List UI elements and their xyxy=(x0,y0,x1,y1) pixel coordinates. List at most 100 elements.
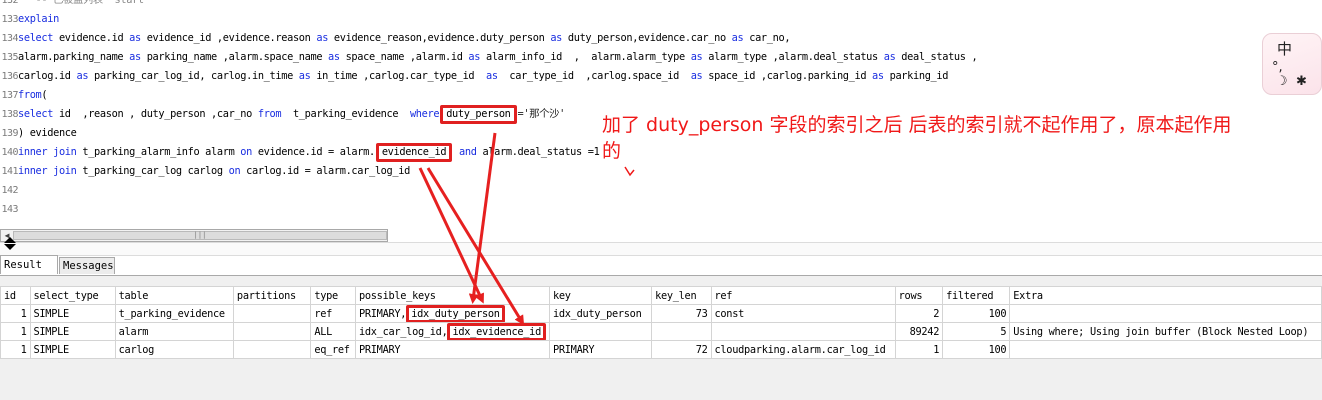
code-token: carlog.id = alarm.car_log_id xyxy=(240,165,410,177)
code-token: as xyxy=(298,70,311,82)
table-cell[interactable]: ALL xyxy=(310,322,356,341)
table-cell[interactable] xyxy=(232,304,312,323)
annotation-line-2: 的 xyxy=(602,140,622,162)
tab-result-1[interactable]: Result 1 xyxy=(0,255,58,290)
table-cell[interactable]: 73 xyxy=(651,304,712,323)
ime-punct-icon[interactable]: °, xyxy=(1272,60,1283,75)
table-cell[interactable]: const xyxy=(710,304,896,323)
table-cell[interactable]: eq_ref xyxy=(310,340,356,359)
column-header[interactable]: rows xyxy=(894,286,944,305)
column-header[interactable]: key_len xyxy=(651,286,712,305)
table-cell[interactable]: PRIMARY, idx_duty_person xyxy=(354,304,550,323)
table-cell[interactable]: 2 xyxy=(894,304,944,323)
code-line[interactable]: 142 xyxy=(0,180,1240,199)
table-cell[interactable]: 1 xyxy=(0,304,31,323)
code-line[interactable]: 134select evidence.id as evidence_id ,ev… xyxy=(0,28,1240,47)
results-panel: id select_type table partitions type possible… xyxy=(0,276,1322,400)
code-line[interactable]: 133explain xyxy=(0,9,1240,28)
table-cell[interactable] xyxy=(548,322,653,341)
code-text: carlog.id as parking_car_log_id, carlog.… xyxy=(18,70,948,82)
table-cell[interactable]: Using where; Using join buffer (Block Ne… xyxy=(1009,322,1322,341)
annotation-line-1: 加了 duty_person 字段的索引之后 后表的索引就不起作用了，原本起作用 xyxy=(602,114,1232,136)
tab-messages[interactable]: Messages xyxy=(59,257,115,274)
code-token: alarm_type ,alarm.deal_status xyxy=(702,51,884,63)
ime-chinese-mode[interactable]: 中 xyxy=(1277,38,1292,59)
table-cell[interactable]: idx_duty_person xyxy=(548,304,653,323)
collapse-up-icon[interactable] xyxy=(4,237,16,243)
cell-text: PRIMARY, xyxy=(358,307,407,320)
table-row[interactable]: 1 SIMPLE alarm ALL idx_car_log_id, idx_eviden… xyxy=(0,322,1322,341)
code-token: evidence_id ,evidence.reason xyxy=(140,32,317,44)
column-header[interactable]: ref xyxy=(710,286,896,305)
annotation-note: 加了 duty_person 字段的索引之后 后表的索引就不起作用了，原本起作用… xyxy=(602,112,1302,164)
code-line[interactable]: 135alarm.parking_name as parking_name ,a… xyxy=(0,47,1240,66)
code-token: as xyxy=(129,32,141,44)
column-header[interactable]: id xyxy=(0,286,31,305)
line-number: 133 xyxy=(1,14,18,25)
code-line[interactable]: 132 -- 已被监列表 start xyxy=(0,0,1240,9)
table-cell[interactable]: PRIMARY xyxy=(354,340,550,359)
table-cell[interactable]: 100 xyxy=(942,304,1011,323)
table-cell[interactable]: t_parking_evidence xyxy=(114,304,234,323)
table-row[interactable]: 1 SIMPLE t_parking_evidence ref PRIMARY, idx_… xyxy=(0,304,1322,323)
code-token: select xyxy=(18,108,54,120)
code-token: as xyxy=(872,70,884,82)
table-cell[interactable]: 89242 xyxy=(894,322,944,341)
code-token: parking_car_log_id, carlog.in_time xyxy=(88,70,299,82)
column-header[interactable]: filtered xyxy=(942,286,1011,305)
editor-horizontal-scrollbar[interactable]: ◀ ||| xyxy=(0,229,388,242)
column-header[interactable]: select_type xyxy=(29,286,116,305)
column-header[interactable]: partitions xyxy=(232,286,312,305)
code-token: car_no, xyxy=(743,32,791,44)
table-cell[interactable] xyxy=(1009,340,1322,359)
table-cell[interactable] xyxy=(651,322,712,341)
table-cell[interactable]: SIMPLE xyxy=(29,304,116,323)
table-cell[interactable] xyxy=(1009,304,1322,323)
code-token: t_parking_car_log carlog xyxy=(76,165,229,177)
code-token: where xyxy=(409,108,440,120)
table-cell[interactable]: 1 xyxy=(894,340,944,359)
ime-moon-icon[interactable]: ☽ xyxy=(1276,74,1288,89)
table-cell[interactable]: alarm xyxy=(114,322,234,341)
column-header[interactable]: Extra xyxy=(1009,286,1322,305)
pane-splitter[interactable] xyxy=(0,237,1322,256)
code-line[interactable]: 143 xyxy=(0,199,1240,218)
ime-settings-icon[interactable]: ✱ xyxy=(1296,74,1307,89)
table-cell[interactable] xyxy=(232,322,312,341)
code-token: parking_name ,alarm.space_name xyxy=(140,51,329,63)
table-cell[interactable]: PRIMARY xyxy=(548,340,653,359)
table-cell[interactable]: SIMPLE xyxy=(29,322,116,341)
code-token: alarm_info_id , alarm.alarm_type xyxy=(480,51,691,63)
column-header[interactable]: key xyxy=(548,286,653,305)
code-line[interactable]: 137from( xyxy=(0,85,1240,104)
code-token: id ,reason , duty_person ,car_no xyxy=(53,108,258,120)
code-token: as xyxy=(550,32,563,44)
table-cell[interactable]: carlog xyxy=(114,340,234,359)
ime-toolbar[interactable]: 中 °, ☽ ✱ xyxy=(1262,33,1322,95)
table-cell[interactable] xyxy=(232,340,312,359)
scrollbar-thumb[interactable]: ||| xyxy=(13,231,387,240)
table-cell[interactable]: SIMPLE xyxy=(29,340,116,359)
table-cell[interactable]: 1 xyxy=(0,340,31,359)
collapse-down-icon[interactable] xyxy=(4,244,16,250)
table-cell[interactable]: 1 xyxy=(0,322,31,341)
line-number: 142 xyxy=(1,185,18,196)
code-token: as xyxy=(328,51,340,63)
table-cell[interactable]: 72 xyxy=(651,340,712,359)
code-token: as xyxy=(76,70,89,82)
code-token: parking_id xyxy=(883,70,949,82)
table-cell[interactable] xyxy=(710,322,896,341)
highlighted-key: idx_duty_person xyxy=(406,305,505,322)
table-cell[interactable]: 5 xyxy=(942,322,1011,341)
code-token: evidence.id = alarm. xyxy=(251,146,375,158)
table-row[interactable]: 1 SIMPLE carlog eq_ref PRIMARY PRIMARY 72 cloud… xyxy=(0,340,1322,359)
table-cell[interactable]: cloudparking.alarm.car_log_id xyxy=(710,340,896,359)
column-header[interactable]: type xyxy=(310,286,356,305)
column-header[interactable]: table xyxy=(114,286,234,305)
table-cell[interactable]: ref xyxy=(310,304,356,323)
code-token: on xyxy=(228,165,241,177)
code-line[interactable]: 136carlog.id as parking_car_log_id, carl… xyxy=(0,66,1240,85)
column-header[interactable]: possible_keys xyxy=(354,286,550,305)
table-cell[interactable]: 100 xyxy=(942,340,1011,359)
table-cell[interactable]: idx_car_log_id, idx_evidence_id xyxy=(354,322,550,341)
